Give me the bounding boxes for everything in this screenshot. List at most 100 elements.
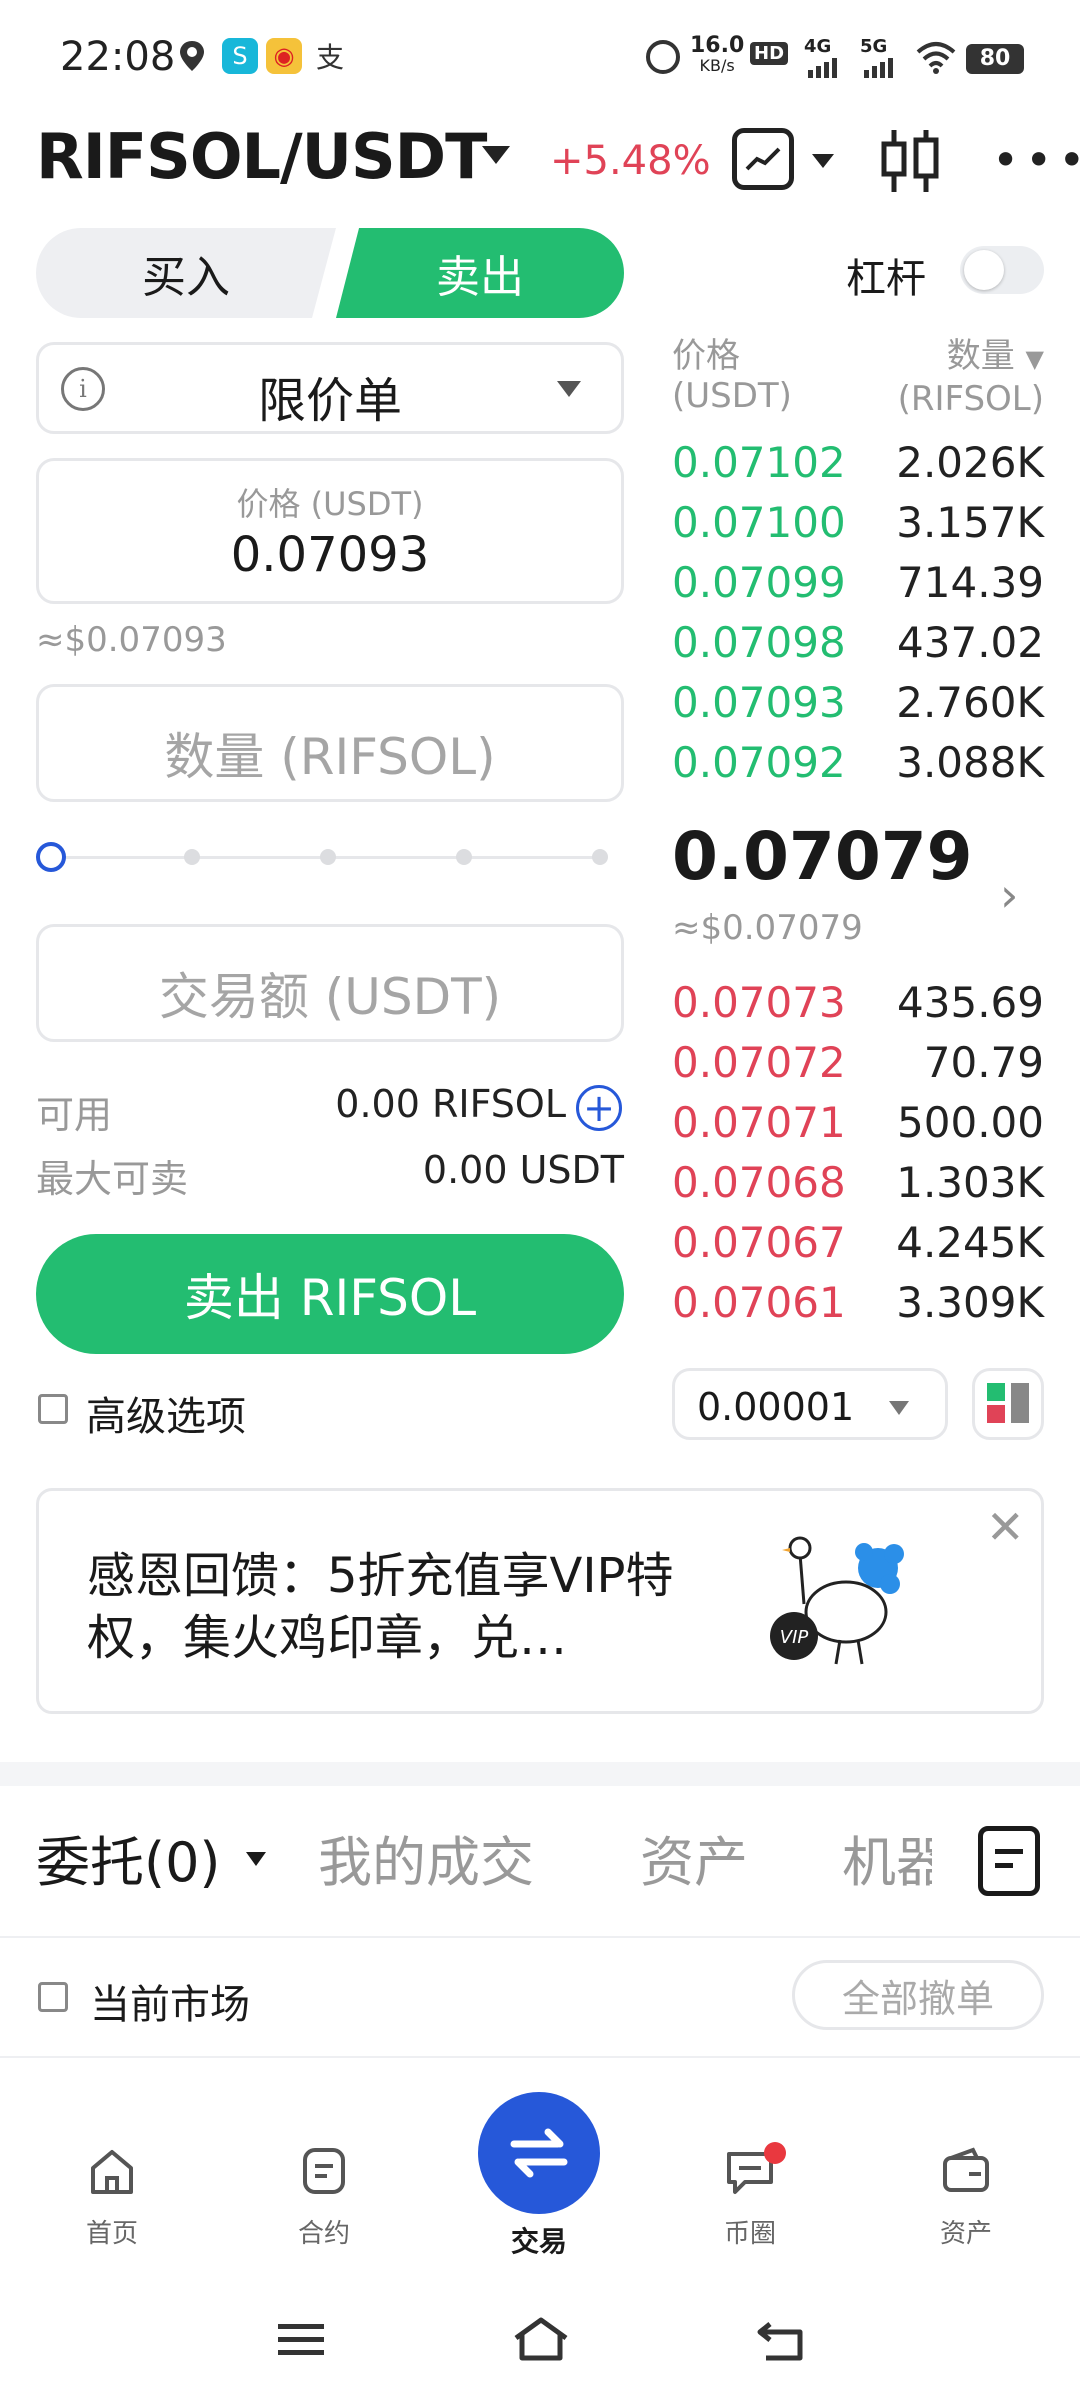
futures-icon	[303, 2148, 345, 2194]
precision-select[interactable]: 0.00001	[672, 1368, 948, 1440]
home-icon	[91, 2150, 133, 2194]
precision-value: 0.00001	[697, 1385, 855, 1429]
quantity-input[interactable]: 数量 (RIFSOL)	[36, 684, 624, 802]
tab-my-trades[interactable]: 我的成交	[318, 1818, 534, 1897]
advanced-options-checkbox[interactable]	[38, 1394, 68, 1424]
status-time: 22:08	[60, 34, 176, 80]
tab-orders[interactable]: 委托(0)	[36, 1818, 221, 1897]
signal-bars-icon	[862, 58, 902, 82]
net-speed-value: 16.0	[690, 33, 745, 58]
network-speed: 16.0 KB/s	[690, 33, 745, 76]
bid-quantity: 500.00	[897, 1098, 1044, 1147]
add-funds-plus-icon[interactable]: +	[576, 1085, 622, 1131]
qty-header-text: 数量 ▼	[862, 336, 1044, 379]
ask-price: 0.07098	[672, 618, 846, 667]
ask-row[interactable]: 0.07092 3.088K	[672, 732, 1044, 792]
ask-row[interactable]: 0.07099 714.39	[672, 552, 1044, 612]
ask-row[interactable]: 0.07102 2.026K	[672, 432, 1044, 492]
tab-bots[interactable]: 机器	[842, 1818, 932, 1897]
slider-stop-50[interactable]	[320, 849, 336, 865]
close-icon[interactable]: ✕	[986, 1500, 1025, 1554]
available-value: 0.00 RIFSOL	[335, 1082, 566, 1126]
tab-sell[interactable]: 卖出	[336, 228, 624, 318]
tab-assets[interactable]: 资产	[640, 1818, 748, 1897]
location-icon	[174, 38, 210, 74]
alarm-icon	[646, 40, 680, 74]
promo-banner-text: 感恩回馈：5折充值享VIP特权，集火鸡印章，兑…	[87, 1548, 674, 1666]
price-input[interactable]: 价格 (USDT) 0.07093	[36, 458, 624, 604]
trade-amount-input[interactable]: 交易额 (USDT)	[36, 924, 624, 1042]
menu-icon[interactable]	[276, 2320, 326, 2364]
orders-dropdown-icon[interactable]	[246, 1852, 266, 1866]
notification-dot	[764, 2142, 786, 2164]
nav-trade-label[interactable]: 交易	[478, 2220, 600, 2260]
orderbook-qty-header[interactable]: 数量 ▼ (RIFSOL)	[862, 336, 1044, 419]
cancel-all-button[interactable]: 全部撤单	[792, 1960, 1044, 2030]
hd-badge: HD	[750, 42, 789, 65]
ask-row[interactable]: 0.07098 437.02	[672, 612, 1044, 672]
max-sell-value: 0.00 USDT	[422, 1148, 624, 1192]
slider-knob[interactable]	[36, 842, 66, 872]
chart-button[interactable]	[732, 128, 794, 190]
qty-header-label: 数量	[946, 336, 1015, 376]
tab-buy[interactable]: 买入	[36, 228, 336, 318]
slider-stop-75[interactable]	[456, 849, 472, 865]
more-icon[interactable]: •••	[992, 137, 1080, 183]
ask-price: 0.07099	[672, 558, 846, 607]
price-usd-approx: ≈$0.07093	[36, 620, 227, 660]
trading-pair-title[interactable]: RIFSOL/USDT	[36, 120, 487, 193]
bid-price: 0.07061	[672, 1278, 846, 1327]
battery-icon: 80	[966, 44, 1024, 74]
nav-trade-button[interactable]	[478, 2092, 600, 2214]
swap-arrows-icon	[510, 2128, 568, 2178]
bid-row[interactable]: 0.07071 500.00	[672, 1092, 1044, 1152]
orderbook-layout-button[interactable]	[972, 1368, 1044, 1440]
order-type-select[interactable]: i 限价单	[36, 342, 624, 434]
nav-assets-label: 资产	[939, 2219, 992, 2249]
bid-row[interactable]: 0.07072 70.79	[672, 1032, 1044, 1092]
bid-price: 0.07068	[672, 1158, 846, 1207]
separator	[0, 1936, 1080, 1938]
bid-row[interactable]: 0.07068 1.303K	[672, 1152, 1044, 1212]
qty-sort-icon[interactable]: ▼	[1026, 345, 1044, 373]
ask-price: 0.07102	[672, 438, 846, 487]
candlestick-icon[interactable]	[876, 126, 946, 196]
system-home-icon[interactable]	[512, 2316, 570, 2366]
ask-row[interactable]: 0.07093 2.760K	[672, 672, 1044, 732]
sell-submit-button[interactable]: 卖出 RIFSOL	[36, 1234, 624, 1354]
ask-quantity: 2.026K	[896, 438, 1044, 487]
current-market-checkbox[interactable]	[38, 1982, 68, 2012]
price-change-badge: +5.48%	[550, 138, 711, 184]
nav-assets[interactable]: 资产	[906, 2144, 1026, 2250]
slider-stop-100[interactable]	[592, 849, 608, 865]
pair-dropdown-icon[interactable]	[482, 146, 510, 164]
current-market-label[interactable]: 当前市场	[90, 1972, 250, 2030]
order-history-icon[interactable]	[978, 1826, 1040, 1896]
back-icon[interactable]	[756, 2318, 806, 2366]
bid-row[interactable]: 0.07073 435.69	[672, 972, 1044, 1032]
slider-stop-25[interactable]	[184, 849, 200, 865]
price-input-label: 价格 (USDT)	[236, 485, 424, 523]
bid-price: 0.07073	[672, 978, 846, 1027]
available-label: 可用	[36, 1093, 113, 1137]
signal-5g: 5G	[860, 36, 888, 57]
leverage-toggle[interactable]	[960, 246, 1044, 294]
ask-row[interactable]: 0.07100 3.157K	[672, 492, 1044, 552]
bid-row[interactable]: 0.07061 3.309K	[672, 1272, 1044, 1332]
nav-home[interactable]: 首页	[52, 2144, 172, 2250]
wallet-icon	[943, 2147, 989, 2192]
dropdown-caret-icon	[889, 1401, 909, 1415]
bid-price: 0.07072	[672, 1038, 846, 1087]
advanced-options-label[interactable]: 高级选项	[86, 1384, 246, 1442]
nav-futures[interactable]: 合约	[264, 2144, 384, 2250]
orderbook-price-header: 价格 (USDT)	[672, 336, 792, 416]
trade-amount-placeholder: 交易额 (USDT)	[158, 968, 502, 1026]
nav-community[interactable]: 币圈	[690, 2144, 810, 2250]
chart-dropdown-icon[interactable]	[812, 154, 834, 168]
alipay-icon: 支	[315, 41, 344, 74]
chevron-right-icon[interactable]: ›	[1000, 868, 1018, 922]
bid-price: 0.07067	[672, 1218, 846, 1267]
amount-slider[interactable]	[36, 842, 614, 872]
bid-row[interactable]: 0.07067 4.245K	[672, 1212, 1044, 1272]
ask-price: 0.07092	[672, 738, 846, 787]
